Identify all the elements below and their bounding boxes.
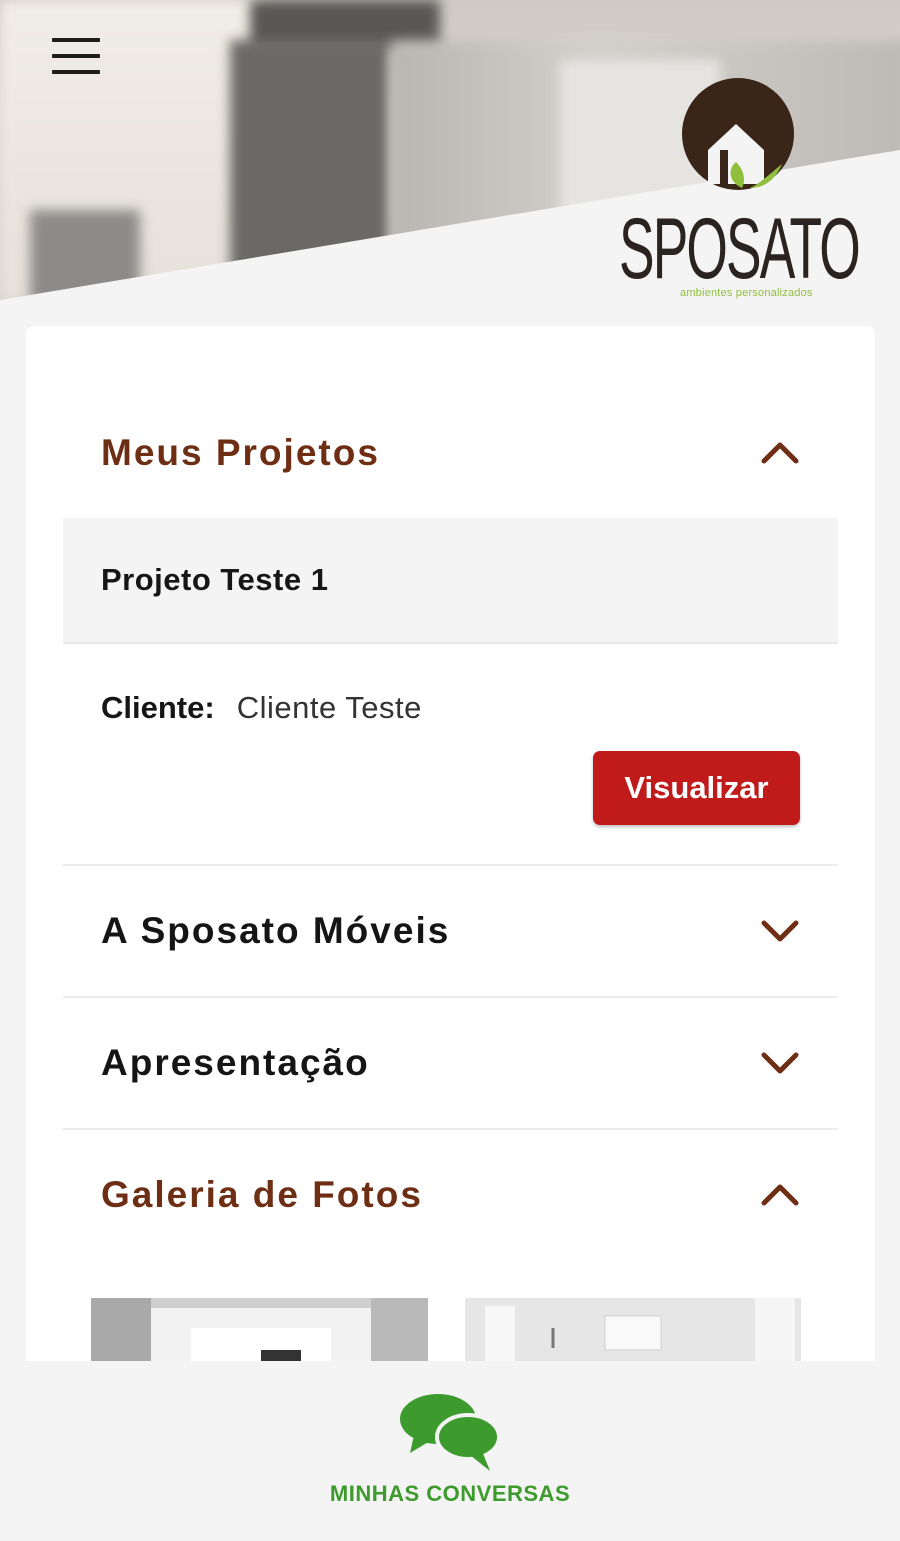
hamburger-menu-icon[interactable] bbox=[46, 34, 106, 78]
chevron-down-icon bbox=[761, 1052, 799, 1074]
chevron-up-icon bbox=[761, 1184, 799, 1206]
section-title: Galeria de Fotos bbox=[101, 1174, 423, 1215]
my-conversations-label: MINHAS CONVERSAS bbox=[329, 1481, 571, 1506]
project-name: Projeto Teste 1 bbox=[101, 562, 329, 597]
view-project-button[interactable]: Visualizar bbox=[593, 751, 800, 825]
section-title: Meus Projetos bbox=[101, 432, 380, 473]
client-label: Cliente: bbox=[101, 690, 215, 725]
project-item[interactable]: Projeto Teste 1 bbox=[63, 518, 838, 644]
chevron-down-icon bbox=[761, 920, 799, 942]
section-header-apresentacao[interactable]: Apresentação bbox=[63, 998, 838, 1128]
my-conversations-button[interactable]: MINHAS CONVERSAS bbox=[300, 1391, 600, 1521]
section-title: A Sposato Móveis bbox=[101, 910, 451, 951]
brand-name: SPOSATO bbox=[619, 201, 861, 297]
content-card: Meus Projetos Projeto Teste 1 Cliente: C… bbox=[26, 326, 875, 1388]
section-header-a-sposato-moveis[interactable]: A Sposato Móveis bbox=[63, 866, 838, 996]
bottom-bar: MINHAS CONVERSAS bbox=[0, 1361, 900, 1541]
app-screen: SPOSATO ambientes personalizados Meus Pr… bbox=[0, 0, 900, 1541]
client-value: Cliente Teste bbox=[236, 690, 422, 725]
project-client: Cliente: Cliente Teste bbox=[101, 690, 422, 726]
section-header-galeria-de-fotos[interactable]: Galeria de Fotos bbox=[63, 1130, 838, 1260]
brand-tagline: ambientes personalizados bbox=[680, 287, 813, 299]
section-title: Apresentação bbox=[101, 1042, 370, 1083]
section-header-meus-projetos[interactable]: Meus Projetos bbox=[63, 388, 838, 518]
chevron-up-icon bbox=[761, 442, 799, 464]
chat-bubbles-icon bbox=[400, 1394, 501, 1471]
